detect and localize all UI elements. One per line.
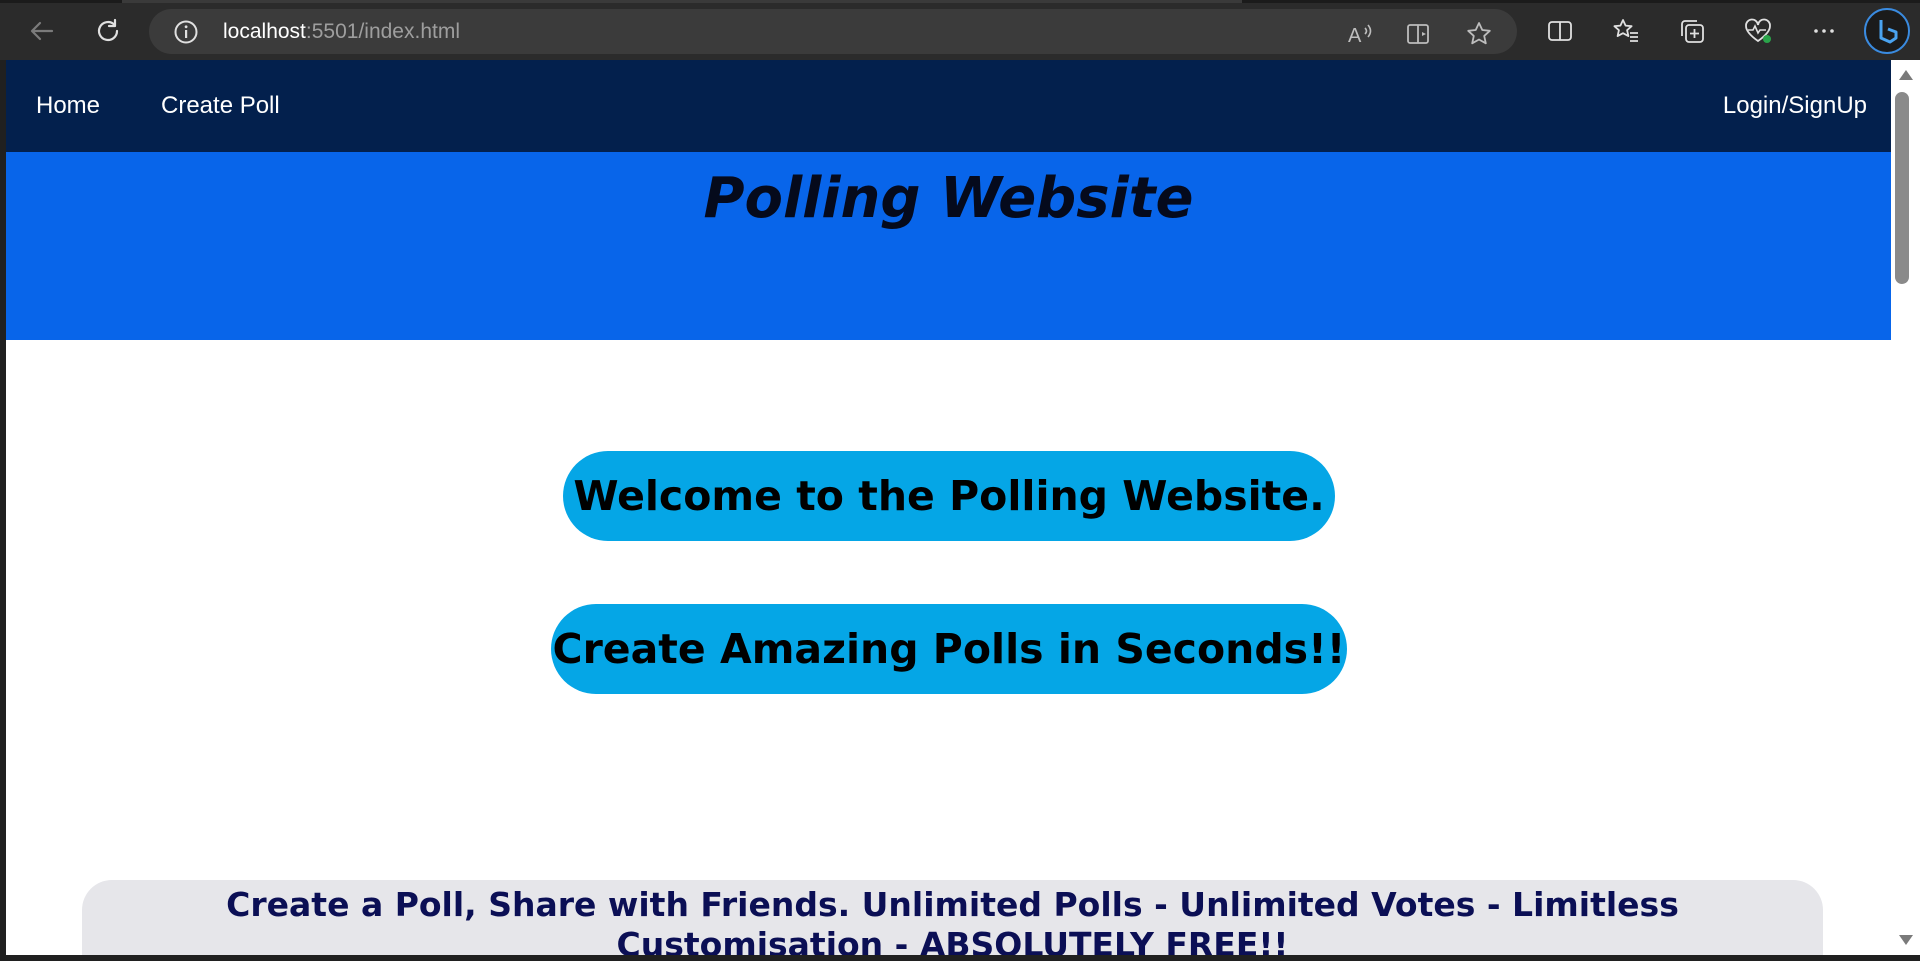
url-text[interactable]: localhost:5501/index.html xyxy=(223,9,460,54)
site-navbar: Home Create Poll Login/SignUp xyxy=(6,60,1891,152)
split-screen-icon[interactable] xyxy=(1540,11,1580,51)
hero-banner: Polling Website xyxy=(6,152,1891,340)
more-icon[interactable] xyxy=(1804,11,1844,51)
copilot-icon[interactable] xyxy=(1864,8,1910,54)
scroll-down-arrow-icon[interactable] xyxy=(1899,935,1913,945)
features-banner: Create a Poll, Share with Friends. Unlim… xyxy=(82,880,1823,955)
refresh-icon[interactable] xyxy=(88,11,128,51)
browser-essentials-icon[interactable] xyxy=(1738,11,1778,51)
nav-login-signup-link[interactable]: Login/SignUp xyxy=(1723,60,1867,152)
address-bar[interactable]: localhost:5501/index.html A xyxy=(149,9,1517,54)
url-path: :5501/index.html xyxy=(305,20,460,43)
page-scrollbar[interactable] xyxy=(1891,60,1920,955)
favorites-icon[interactable] xyxy=(1606,11,1646,51)
collections-icon[interactable] xyxy=(1672,11,1712,51)
back-arrow-icon[interactable] xyxy=(22,11,62,51)
nav-home-link[interactable]: Home xyxy=(36,60,100,152)
active-tab-edge xyxy=(122,0,1242,3)
url-host: localhost xyxy=(223,20,306,43)
browser-toolbar: localhost:5501/index.html A xyxy=(0,0,1920,60)
immersive-reader-icon[interactable] xyxy=(1405,20,1433,48)
scrollbar-thumb[interactable] xyxy=(1895,92,1909,284)
read-aloud-icon[interactable]: A xyxy=(1346,20,1374,48)
scroll-up-arrow-icon[interactable] xyxy=(1899,70,1913,80)
page-viewport: Home Create Poll Login/SignUp Polling We… xyxy=(6,60,1891,955)
info-icon[interactable] xyxy=(173,19,199,45)
nav-create-poll-link[interactable]: Create Poll xyxy=(161,60,280,152)
star-icon[interactable] xyxy=(1465,20,1493,48)
page-title: Polling Website xyxy=(703,166,1194,231)
svg-text:A: A xyxy=(1348,25,1362,47)
window-bottom-edge xyxy=(0,955,1920,961)
welcome-heading: Welcome to the Polling Website. xyxy=(563,451,1335,541)
tagline-heading: Create Amazing Polls in Seconds!! xyxy=(551,604,1347,694)
